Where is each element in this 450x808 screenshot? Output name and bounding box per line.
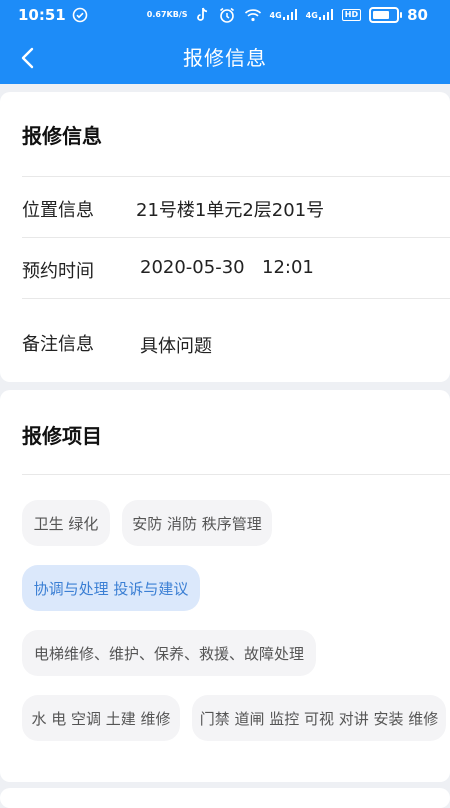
next-card xyxy=(0,788,450,808)
tag-coordination-complaint[interactable]: 协调与处理 投诉与建议 xyxy=(22,565,200,611)
repair-info-title: 报修信息 xyxy=(22,124,102,148)
appointment-date-value[interactable]: 2020-05-30 xyxy=(140,257,245,278)
location-label: 位置信息 xyxy=(22,200,94,221)
divider xyxy=(22,176,450,177)
divider xyxy=(22,298,450,299)
nav-bar: 报修信息 xyxy=(0,32,450,84)
tag-access-control-install[interactable]: 门禁 道闸 监控 可视 对讲 安装 维修 xyxy=(192,695,446,741)
alarm-clock-icon xyxy=(218,6,236,24)
status-right: 0.67 KB/S 4G 4G HD 80 xyxy=(147,6,428,24)
network-label-1: 4G xyxy=(269,10,282,20)
tag-utilities-repair[interactable]: 水 电 空调 土建 维修 xyxy=(22,695,180,741)
appointment-time-value[interactable]: 12:01 xyxy=(262,257,314,278)
status-left: 10:51 xyxy=(18,6,88,24)
divider xyxy=(22,237,450,238)
signal-4g-icon-1: 4G xyxy=(270,9,298,21)
tiktok-icon xyxy=(196,7,210,23)
divider xyxy=(22,474,450,475)
check-circle-icon xyxy=(72,7,88,23)
status-time: 10:51 xyxy=(18,6,66,24)
network-label-2: 4G xyxy=(305,10,318,20)
net-speed-unit: KB/S xyxy=(166,10,188,19)
status-bar: 10:51 0.67 KB/S 4G 4G HD 80 xyxy=(0,0,450,32)
net-speed: 0.67 KB/S xyxy=(147,11,188,19)
battery-level: 80 xyxy=(407,6,428,24)
wifi-icon xyxy=(244,8,262,22)
note-label: 备注信息 xyxy=(22,334,94,355)
tag-elevator-maintenance[interactable]: 电梯维修、维护、保养、救援、故障处理 xyxy=(22,630,316,676)
hd-icon: HD xyxy=(341,9,362,21)
location-value[interactable]: 21号楼1单元2层201号 xyxy=(136,196,324,222)
signal-4g-icon-2: 4G xyxy=(306,9,334,21)
repair-info-card: 报修信息 位置信息 21号楼1单元2层201号 预约时间 2020-05-30 … xyxy=(0,92,450,382)
tag-sanitation-greening[interactable]: 卫生 绿化 xyxy=(22,500,110,546)
battery-icon xyxy=(369,7,403,23)
page-title: 报修信息 xyxy=(183,46,267,70)
appointment-time-label: 预约时间 xyxy=(22,261,94,282)
repair-items-card: 报修项目 卫生 绿化 安防 消防 秩序管理 协调与处理 投诉与建议 电梯维修、维… xyxy=(0,390,450,782)
note-value[interactable]: 具体问题 xyxy=(140,332,212,358)
net-speed-value: 0.67 xyxy=(146,10,167,19)
app-header: 10:51 0.67 KB/S 4G 4G HD 80 报修信息 xyxy=(0,0,450,84)
repair-items-title: 报修项目 xyxy=(22,424,102,448)
tag-security-fire[interactable]: 安防 消防 秩序管理 xyxy=(122,500,272,546)
